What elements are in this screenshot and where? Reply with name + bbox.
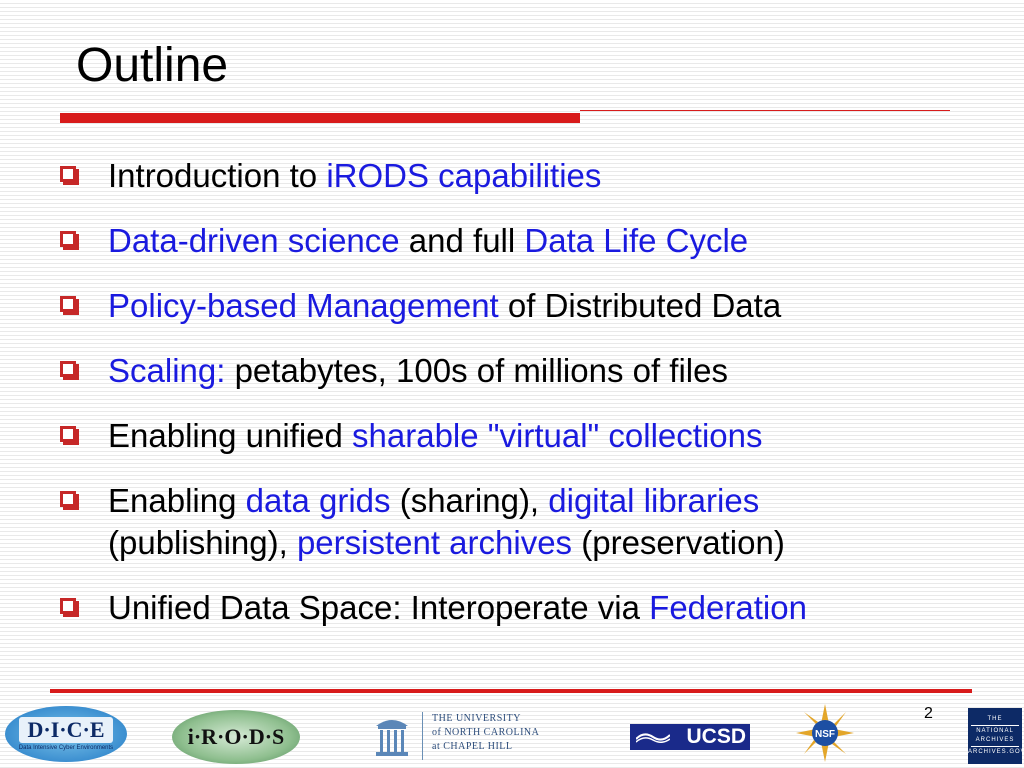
checkbox-bullet-icon xyxy=(60,296,76,312)
bullet-highlight: persistent archives xyxy=(296,524,573,561)
bullet-highlight: Data-driven science xyxy=(108,222,400,259)
dice-logo-text: D·I·C·E xyxy=(19,717,113,743)
checkbox-bullet-icon xyxy=(60,231,76,247)
ucsd-logo-text: UCSD xyxy=(686,725,746,748)
irods-logo-text: i·R·O·D·S xyxy=(187,724,285,749)
checkbox-bullet-icon xyxy=(60,491,76,507)
nara-line4: ARCHIVES.GOV xyxy=(968,749,1024,755)
logo-strip: D·I·C·E Data Intensive Cyber Environment… xyxy=(0,700,1024,768)
bullet-text: (sharing), xyxy=(390,482,549,519)
checkbox-bullet-icon xyxy=(60,166,76,182)
title-underline-thin xyxy=(580,110,950,111)
checkbox-bullet-icon xyxy=(60,361,76,377)
bullet-item: Introduction to iRODS capabilities xyxy=(58,155,998,197)
bullet-item: Scaling: petabytes, 100s of millions of … xyxy=(58,350,998,392)
slide-title: Outline xyxy=(76,39,229,92)
checkbox-bullet-icon xyxy=(60,598,76,614)
bullet-text: Unified Data Space: Interoperate via xyxy=(108,589,650,626)
bullet-item: Enabling data grids (sharing), digital l… xyxy=(58,480,998,564)
old-well-icon xyxy=(376,720,408,756)
bullet-text: Enabling unified xyxy=(108,417,353,454)
bullet-list: Introduction to iRODS capabilities Data-… xyxy=(58,155,998,652)
bullet-text: of Distributed Data xyxy=(498,287,782,324)
bullet-highlight: Policy-based Management xyxy=(108,287,499,324)
nara-line1: THE xyxy=(987,716,1003,722)
checkbox-bullet-icon xyxy=(60,426,76,442)
title-underline xyxy=(60,113,580,123)
bullet-text: Enabling xyxy=(108,482,246,519)
national-archives-logo: THE NATIONAL ARCHIVES ARCHIVES.GOV xyxy=(968,708,1024,764)
bullet-text: Introduction to xyxy=(108,157,327,194)
bullet-highlight: iRODS capabilities xyxy=(326,157,602,194)
bullet-text: petabytes, 100s of millions of files xyxy=(225,352,728,389)
unc-divider xyxy=(422,712,423,760)
bullet-text: and full xyxy=(399,222,525,259)
unc-logo-text: THE UNIVERSITY of NORTH CAROLINA at CHAP… xyxy=(432,712,539,754)
bullet-text: (publishing), xyxy=(108,524,297,561)
nara-line3: ARCHIVES xyxy=(975,737,1015,743)
dice-logo: D·I·C·E Data Intensive Cyber Environment… xyxy=(5,706,127,762)
nsf-logo-text: NSF xyxy=(815,729,835,740)
bullet-highlight: sharable "virtual" collections xyxy=(352,417,763,454)
ucsd-logo: UCSD xyxy=(630,724,750,750)
ucsd-wave-icon xyxy=(636,733,670,743)
unc-logo: THE UNIVERSITY of NORTH CAROLINA at CHAP… xyxy=(372,708,550,764)
unc-line2: of NORTH CAROLINA xyxy=(432,727,540,738)
nara-line2: NATIONAL xyxy=(976,728,1014,734)
bullet-item: Unified Data Space: Interoperate via Fed… xyxy=(58,587,998,629)
footer-divider xyxy=(50,689,972,693)
nara-mid: NATIONAL ARCHIVES xyxy=(971,725,1019,747)
bullet-item: Policy-based Management of Distributed D… xyxy=(58,285,998,327)
bullet-highlight: Scaling: xyxy=(108,352,226,389)
bullet-highlight: Federation xyxy=(649,589,807,626)
nsf-logo: NSF xyxy=(796,704,854,762)
dice-logo-subtitle: Data Intensive Cyber Environments xyxy=(18,745,114,751)
bullet-highlight: Data Life Cycle xyxy=(524,222,749,259)
bullet-text: (preservation) xyxy=(572,524,785,561)
bullet-highlight: data grids xyxy=(245,482,391,519)
unc-line1: THE UNIVERSITY xyxy=(432,713,521,724)
bullet-item: Data-driven science and full Data Life C… xyxy=(58,220,998,262)
bullet-highlight: digital libraries xyxy=(548,482,760,519)
irods-logo: i·R·O·D·S xyxy=(172,710,300,764)
unc-line3: at CHAPEL HILL xyxy=(432,741,513,752)
bullet-item: Enabling unified sharable "virtual" coll… xyxy=(58,415,998,457)
